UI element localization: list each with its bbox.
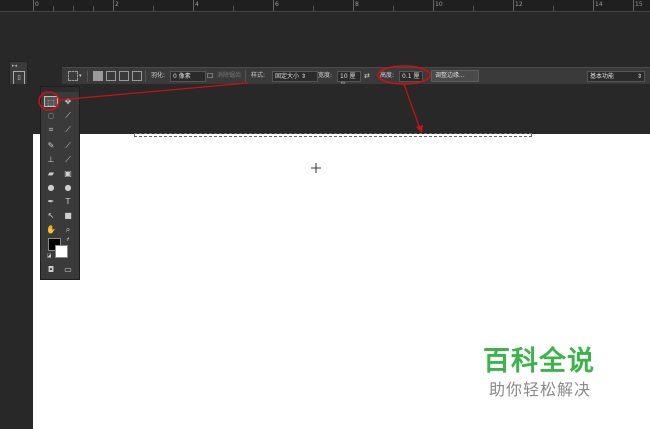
tools-panel: ⬚ ✥ ◌ ⟋ ⌗ ⟋ ✎ ⟋ ⊥ ⟋ ▰ ▣ ● ● ✒ T ↖ ■ ✋ ⌕ … xyxy=(40,86,80,280)
ruler-minor-tick xyxy=(473,6,474,11)
ruler-tick xyxy=(113,0,114,11)
pen-tool-icon[interactable]: ✒ xyxy=(44,196,58,207)
ruler-tick xyxy=(633,0,634,11)
ruler-tick xyxy=(33,0,34,11)
gradient-tool-icon[interactable]: ▣ xyxy=(61,168,75,179)
swap-arrows-icon[interactable]: ⇄ xyxy=(364,71,370,81)
dodge-tool-icon[interactable]: ● xyxy=(61,182,75,193)
healing-brush-tool-icon[interactable]: ✎ xyxy=(44,140,58,151)
swap-colors-icon[interactable]: ↱ xyxy=(61,235,75,246)
intersect-selection-icon[interactable] xyxy=(132,71,142,81)
ruler-label: 6 xyxy=(275,1,279,8)
options-bar: ▾ 羽化: 0 像素 ☐ 消除锯齿 样式: 固定大小 ⇕ 宽度: 10 厘米 ⇄… xyxy=(62,67,650,89)
blur-tool-icon[interactable]: ● xyxy=(44,182,58,193)
ruler-tick xyxy=(433,0,434,11)
workspace-select-value: 基本功能 xyxy=(590,73,615,80)
ruler-minor-tick xyxy=(93,6,94,11)
type-tool-icon[interactable]: T xyxy=(61,196,75,207)
ruler-tick xyxy=(353,0,354,11)
ruler-label: 12 xyxy=(515,1,523,8)
ruler-tick xyxy=(513,0,514,11)
marquee-preset-icon[interactable] xyxy=(68,71,78,81)
ruler-label: 14 xyxy=(595,1,603,8)
horizontal-ruler: 0 2 4 6 8 10 12 14 15 xyxy=(30,0,650,12)
ruler-tick xyxy=(193,0,194,11)
workspace-background xyxy=(0,134,33,429)
chevron-down-icon: ⇕ xyxy=(636,73,642,80)
chevron-down-icon[interactable]: ▾ xyxy=(79,71,82,81)
chevron-down-icon: ⇕ xyxy=(300,73,306,80)
crop-tool-icon[interactable]: ⌗ xyxy=(44,124,58,135)
ruler-minor-tick xyxy=(313,6,314,11)
ruler-label: 0 xyxy=(35,1,39,8)
zoom-tool-icon[interactable]: ⌕ xyxy=(61,224,75,235)
refine-edge-button[interactable]: 调整边缘... xyxy=(431,70,479,82)
path-selection-tool-icon[interactable]: ↖ xyxy=(44,210,58,221)
eraser-tool-icon[interactable]: ▰ xyxy=(44,168,58,179)
ruler-tick xyxy=(593,0,594,11)
height-label: 高度: xyxy=(380,72,395,79)
width-input[interactable]: 10 厘米 xyxy=(337,71,361,89)
workspace-background xyxy=(0,84,650,134)
selection-marquee xyxy=(134,133,532,137)
eyedropper-tool-icon[interactable]: ⟋ xyxy=(61,124,75,135)
style-select-value: 固定大小 xyxy=(275,73,300,80)
background-color-swatch[interactable] xyxy=(55,245,68,258)
ruler-label: 10 xyxy=(435,1,443,8)
ruler-minor-tick xyxy=(553,6,554,11)
history-brush-tool-icon[interactable]: ⟋ xyxy=(61,154,75,165)
ruler-minor-tick xyxy=(393,6,394,11)
width-label: 宽度: xyxy=(318,72,333,79)
crosshair-cursor-icon xyxy=(311,163,321,173)
ruler-minor-tick xyxy=(53,6,54,11)
ruler-corner xyxy=(0,0,30,12)
feather-input[interactable]: 0 像素 xyxy=(170,71,206,82)
ruler-label: 2 xyxy=(115,1,119,8)
ruler-tick xyxy=(273,0,274,11)
ruler-label: 8 xyxy=(355,1,359,8)
style-label: 样式: xyxy=(251,72,266,79)
ruler-label: 15 xyxy=(635,1,643,8)
tools-panel-header[interactable] xyxy=(41,87,79,92)
feather-label: 羽化: xyxy=(151,72,166,79)
divider xyxy=(87,70,88,82)
rectangular-marquee-tool-icon[interactable]: ⬚ xyxy=(44,96,58,107)
panel-grip-icon: ▸◂ xyxy=(12,63,18,69)
antialias-label: 消除锯齿 xyxy=(217,72,242,79)
workspace-select[interactable]: 基本功能 ⇕ xyxy=(587,71,645,82)
watermark-subtitle: 助你轻松解决 xyxy=(489,380,592,399)
clone-stamp-tool-icon[interactable]: ⊥ xyxy=(44,154,58,165)
move-tool-icon[interactable]: ✥ xyxy=(61,96,75,107)
style-select[interactable]: 固定大小 ⇕ xyxy=(272,71,318,82)
brush-tool-icon[interactable]: ⟋ xyxy=(61,140,75,151)
height-input[interactable]: 0.1 厘 xyxy=(399,71,423,82)
add-selection-icon[interactable] xyxy=(106,71,116,81)
subtract-selection-icon[interactable] xyxy=(119,71,129,81)
quick-selection-tool-icon[interactable]: ⟋ xyxy=(61,110,75,121)
quick-mask-icon[interactable]: ◘ xyxy=(44,264,58,275)
antialias-checkbox[interactable]: ☐ xyxy=(207,71,213,81)
ruler-label: 4 xyxy=(195,1,199,8)
divider xyxy=(145,70,146,82)
ruler-minor-tick xyxy=(153,6,154,11)
ruler-minor-tick xyxy=(233,6,234,11)
default-colors-icon[interactable]: ◪ xyxy=(42,251,56,262)
ruler-minor-tick xyxy=(73,6,74,11)
divider xyxy=(245,70,246,82)
rectangle-tool-icon[interactable]: ■ xyxy=(61,210,75,221)
watermark-title: 百科全说 xyxy=(483,346,595,377)
new-selection-icon[interactable] xyxy=(93,71,103,81)
lasso-tool-icon[interactable]: ◌ xyxy=(44,110,58,121)
hand-tool-icon[interactable]: ✋ xyxy=(44,224,58,235)
screen-mode-icon[interactable]: ▭ xyxy=(61,264,75,275)
